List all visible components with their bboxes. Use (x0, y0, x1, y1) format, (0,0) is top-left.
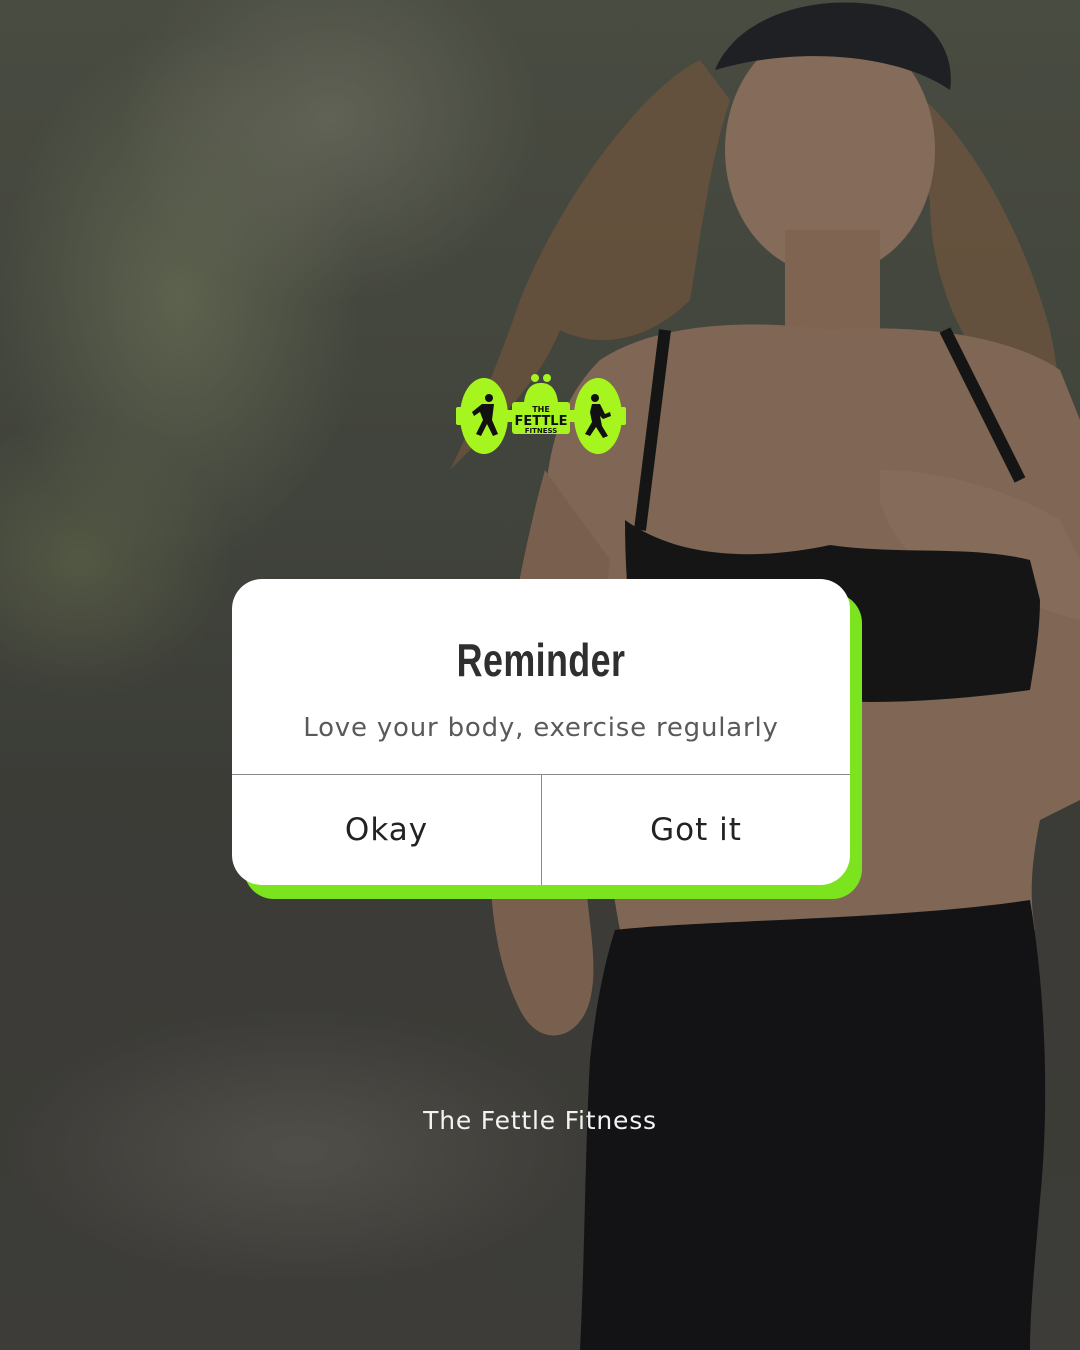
logo-line-3: FITNESS (525, 427, 558, 435)
dialog-card: Reminder Love your body, exercise regula… (232, 579, 850, 885)
reminder-dialog: Reminder Love your body, exercise regula… (232, 579, 862, 899)
got-it-button[interactable]: Got it (542, 775, 850, 885)
dialog-message: Love your body, exercise regularly (303, 713, 779, 743)
dialog-title: Reminder (456, 634, 626, 686)
okay-button[interactable]: Okay (232, 775, 541, 885)
logo-line-1: THE (532, 405, 550, 414)
footer-brand: The Fettle Fitness (423, 1106, 657, 1135)
fettle-fitness-logo: THE FETTLE FITNESS (456, 374, 626, 454)
